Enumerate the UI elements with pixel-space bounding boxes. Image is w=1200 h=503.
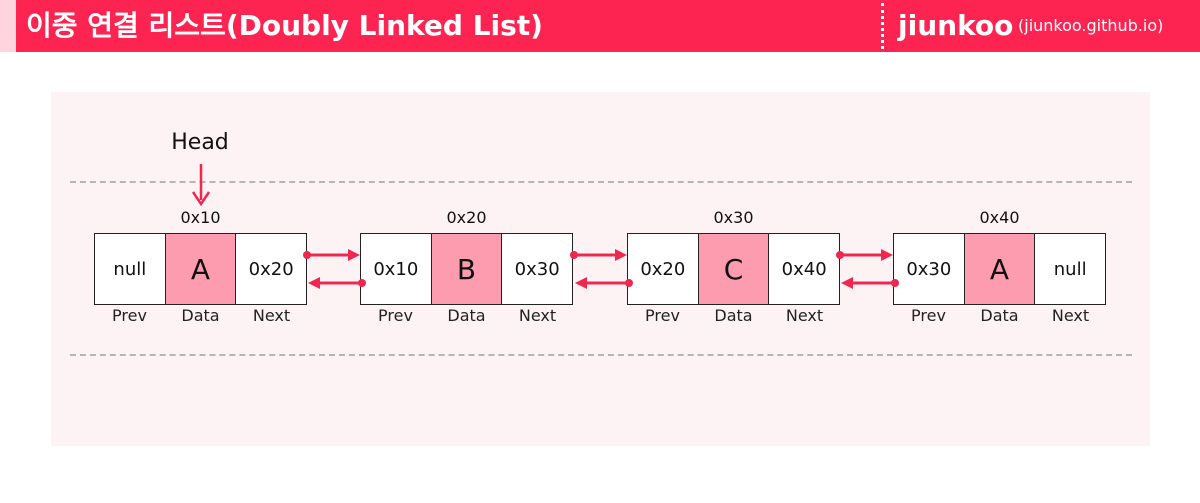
prev-link-arrow-2-1 — [308, 277, 366, 289]
prev-link-arrow-3-2 — [575, 277, 633, 289]
next-link-arrow-3-4 — [836, 249, 893, 261]
prev-link-arrow-4-3 — [841, 277, 899, 289]
head-pointer-arrow — [191, 164, 211, 207]
next-link-arrow-1-2 — [303, 249, 360, 261]
link-arrows — [191, 164, 899, 289]
next-link-arrow-2-3 — [570, 249, 627, 261]
